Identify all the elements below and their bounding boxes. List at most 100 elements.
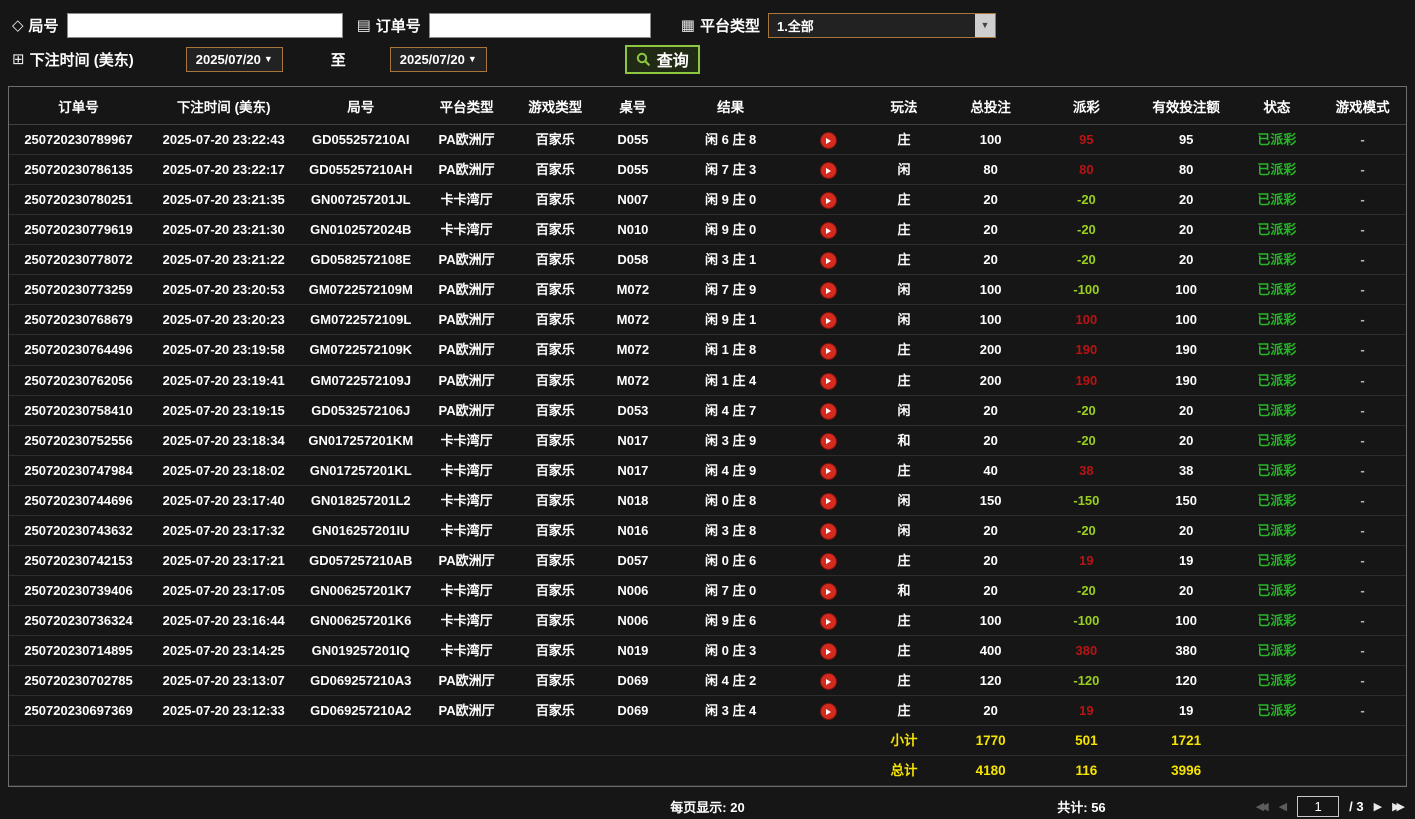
cell-mode: - <box>1319 665 1406 697</box>
cell-status: 已派彩 <box>1234 214 1320 246</box>
cell-table-no: M072 <box>599 334 667 366</box>
search-icon <box>636 52 650 66</box>
cell-table-no: D057 <box>599 545 667 576</box>
cell-round: GN018257201L2 <box>299 485 423 516</box>
cell-mode: - <box>1319 244 1406 276</box>
chevron-down-icon: ▼ <box>263 54 273 64</box>
table-row: 250720230764496 2025-07-20 23:19:58 GM0722… <box>9 334 1406 366</box>
play-video-icon[interactable] <box>820 403 836 419</box>
play-video-icon[interactable] <box>820 163 836 179</box>
play-video-icon[interactable] <box>820 193 836 209</box>
cell-order: 250720230786135 <box>9 154 149 186</box>
cell-table-no: D069 <box>599 695 667 727</box>
cell-total-bet: 20 <box>946 575 1035 607</box>
play-video-icon[interactable] <box>820 283 836 299</box>
grid-icon: ▦ <box>680 17 695 34</box>
cell-time: 2025-07-20 23:19:15 <box>148 395 300 426</box>
cell-result: 闲 0 庄 8 <box>666 485 796 516</box>
cell-order: 250720230697369 <box>9 695 149 727</box>
cell-round: GD069257210A2 <box>299 695 423 727</box>
cell-status: 已派彩 <box>1234 274 1320 306</box>
cell-bet-type: 庄 <box>861 244 947 276</box>
cell-play <box>795 425 862 456</box>
cell-order: 250720230702785 <box>9 665 149 697</box>
play-triangle <box>826 558 832 565</box>
round-input[interactable] <box>66 12 343 38</box>
cell-payout: -120 <box>1035 665 1138 697</box>
play-video-icon[interactable] <box>820 614 836 630</box>
table-row: 250720230714895 2025-07-20 23:14:25 GN0192… <box>9 635 1406 667</box>
cell-time: 2025-07-20 23:22:17 <box>148 154 300 186</box>
cell-payout: 95 <box>1035 124 1138 156</box>
page-input[interactable] <box>1297 795 1340 817</box>
cell-result: 闲 6 庄 8 <box>666 124 796 156</box>
play-video-icon[interactable] <box>820 644 836 660</box>
cell-valid-bet: 95 <box>1137 124 1235 156</box>
play-video-icon[interactable] <box>820 584 836 599</box>
bet-time-label: 下注时间 (美东) <box>29 51 134 69</box>
cell-round: GM0722572109L <box>299 304 423 336</box>
total-payout: 116 <box>1035 755 1138 787</box>
next-page-button[interactable]: ▶ <box>1374 800 1382 813</box>
play-video-icon[interactable] <box>820 493 836 509</box>
platform-select[interactable]: 1.全部 ▼ <box>767 12 996 38</box>
date-from-select[interactable]: 2025/07/20 ▼ <box>185 46 283 72</box>
search-button[interactable]: 查询 <box>624 44 700 74</box>
play-triangle <box>826 378 832 385</box>
play-video-icon[interactable] <box>820 433 836 449</box>
cell-platform: PA欧洲厅 <box>422 665 511 697</box>
prev-page-button[interactable]: ◀ <box>1279 800 1287 813</box>
play-video-icon[interactable] <box>820 253 836 269</box>
cell-result: 闲 0 庄 3 <box>666 635 796 667</box>
cell-play <box>795 485 862 516</box>
cell-play <box>795 334 862 366</box>
cell-valid-bet: 20 <box>1137 575 1235 607</box>
first-page-button[interactable]: ◀◀ <box>1256 800 1269 813</box>
cell-platform: 卡卡湾厅 <box>422 575 511 607</box>
play-video-icon[interactable] <box>820 674 836 690</box>
play-video-icon[interactable] <box>820 343 836 359</box>
play-video-icon[interactable] <box>820 523 836 539</box>
play-video-icon[interactable] <box>820 373 836 389</box>
cell-play <box>795 455 862 486</box>
cell-bet-type: 庄 <box>861 184 947 216</box>
cell-mode: - <box>1319 605 1406 637</box>
order-input[interactable] <box>428 12 651 38</box>
cell-total-bet: 20 <box>946 214 1035 246</box>
cell-play <box>795 605 862 637</box>
play-video-icon[interactable] <box>820 313 836 329</box>
cell-order: 250720230747984 <box>9 455 149 486</box>
date-to-select[interactable]: 2025/07/20 ▼ <box>389 46 487 72</box>
column-header-status: 状态 <box>1234 87 1320 125</box>
cell-order: 250720230762056 <box>9 365 149 396</box>
cell-total-bet: 400 <box>946 635 1035 667</box>
play-video-icon[interactable] <box>820 133 836 149</box>
cell-order: 250720230764496 <box>9 334 149 366</box>
cell-order: 250720230789967 <box>9 124 149 156</box>
cell-valid-bet: 120 <box>1137 665 1235 697</box>
play-video-icon[interactable] <box>820 704 836 720</box>
play-triangle <box>826 317 832 324</box>
column-header-result: 结果 <box>666 87 796 125</box>
per-page-label: 每页显示: 20 <box>670 799 745 815</box>
cell-bet-type: 庄 <box>861 334 947 366</box>
cell-mode: - <box>1319 635 1406 667</box>
cell-game: 百家乐 <box>510 635 600 667</box>
play-video-icon[interactable] <box>820 223 836 239</box>
cell-result: 闲 7 庄 9 <box>666 274 796 306</box>
play-video-icon[interactable] <box>820 463 836 479</box>
cell-mode: - <box>1319 425 1406 456</box>
cell-order: 250720230714895 <box>9 635 149 667</box>
play-triangle <box>826 137 832 144</box>
table-row: 250720230743632 2025-07-20 23:17:32 GN0162… <box>9 515 1406 546</box>
table-row: 250720230702785 2025-07-20 23:13:07 GD0692… <box>9 665 1406 697</box>
cell-order: 250720230739406 <box>9 575 149 607</box>
cell-payout: -20 <box>1035 515 1138 546</box>
total-count-label: 共计: 56 <box>1057 799 1106 815</box>
cell-time: 2025-07-20 23:13:07 <box>148 665 300 697</box>
play-video-icon[interactable] <box>820 553 836 569</box>
cell-payout: -100 <box>1035 274 1138 306</box>
cell-round: GD055257210AH <box>299 154 423 186</box>
play-triangle <box>826 708 832 715</box>
last-page-button[interactable]: ▶▶ <box>1392 800 1405 813</box>
